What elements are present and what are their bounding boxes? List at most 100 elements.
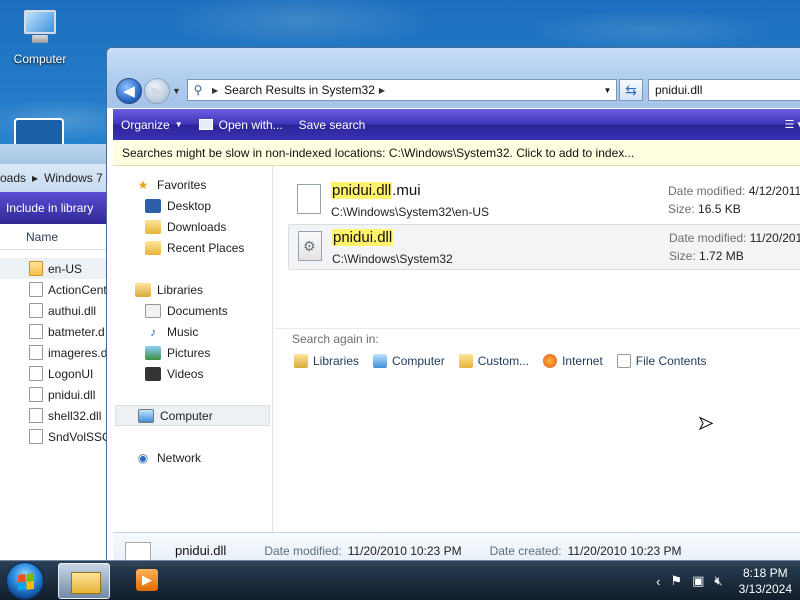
forward-button[interactable]: ▶: [144, 78, 170, 104]
computer-icon: [138, 408, 154, 423]
search-again-options: Libraries Computer Custom... Internet Fi…: [294, 354, 720, 368]
meta-value: 11/20/2010: [749, 231, 800, 245]
star-icon: ★: [137, 177, 149, 192]
start-button[interactable]: [6, 562, 44, 600]
details-modified-value: 11/20/2010 10:23 PM: [347, 543, 462, 558]
address-bar[interactable]: ⚲ ▶ Search Results in System32 ▶ ▼: [187, 79, 617, 101]
chevron-down-icon: ▼: [174, 120, 183, 129]
search-results-window[interactable]: ◀ ▶ ▼ ⚲ ▶ Search Results in System32 ▶ ▼…: [106, 47, 800, 567]
volume-muted-icon[interactable]: 🔇︎: [714, 573, 722, 589]
music-note-icon: ♪: [150, 324, 156, 339]
address-dropdown-icon[interactable]: ▼: [598, 85, 616, 95]
result-item[interactable]: pnidui.dll.mui C:\Windows\System32\en-US…: [288, 178, 800, 224]
file-row[interactable]: pnidui.dll: [0, 384, 107, 405]
breadcrumb-arrow-icon[interactable]: ▶: [379, 86, 385, 95]
pictures-icon: [145, 345, 161, 360]
search-again-label: Search again in:: [292, 332, 379, 346]
file-row[interactable]: SndVolSSO: [0, 426, 107, 447]
breadcrumb-segment[interactable]: Windows 7: [44, 171, 103, 185]
result-item-selected[interactable]: pnidui.dll C:\Windows\System32 Date modi…: [288, 224, 800, 270]
name-suffix: .mui: [392, 182, 421, 199]
search-again-libraries[interactable]: Libraries: [294, 354, 359, 368]
organize-button[interactable]: Organize ▼: [113, 118, 191, 132]
save-search-label: Save search: [298, 117, 366, 132]
file-row[interactable]: LogonUI: [0, 363, 107, 384]
search-again-computer[interactable]: Computer: [373, 354, 445, 368]
nav-label: Videos: [167, 366, 204, 381]
mouse-cursor-icon: ➤: [697, 413, 714, 434]
background-explorer-window[interactable]: oads ▸ Windows 7 Include in library Name…: [0, 144, 108, 562]
computer-icon: [373, 354, 388, 368]
file-row[interactable]: ActionCent: [0, 279, 107, 300]
nav-recent-places[interactable]: Recent Places: [113, 237, 272, 258]
file-icon: [29, 303, 43, 318]
back-window-file-list: en-US ActionCent authui.dll batmeter.d i…: [0, 250, 107, 447]
change-view-button[interactable]: ☰ ▾: [785, 118, 800, 131]
taskbar-media-player-button[interactable]: [122, 563, 174, 599]
save-search-button[interactable]: Save search: [291, 118, 374, 132]
meta-label: Date modified:: [669, 231, 747, 245]
recent-pages-dropdown[interactable]: ▼: [172, 86, 181, 96]
nav-desktop[interactable]: Desktop: [113, 195, 272, 216]
file-row[interactable]: batmeter.d: [0, 321, 107, 342]
clock[interactable]: 8:18 PM 3/13/2024: [739, 565, 792, 597]
downloads-icon: [145, 219, 161, 234]
forward-arrow-icon: ▶: [151, 83, 163, 100]
nav-label: Music: [167, 324, 199, 339]
column-header-name[interactable]: Name: [0, 224, 107, 250]
index-info-bar[interactable]: Searches might be slow in non-indexed lo…: [113, 140, 800, 166]
system-tray: ‹ ⚑ ▣ 🔇︎ 8:18 PM 3/13/2024: [656, 561, 792, 600]
document-file-icon: [297, 184, 321, 214]
option-label: Libraries: [313, 354, 360, 368]
nav-computer[interactable]: Computer: [115, 405, 270, 426]
nav-libraries[interactable]: Libraries: [113, 279, 272, 300]
nav-music[interactable]: ♪ Music: [113, 321, 272, 342]
file-row[interactable]: authui.dll: [0, 300, 107, 321]
file-row[interactable]: en-US: [0, 258, 107, 279]
file-icon: [29, 345, 43, 360]
custom-folder-icon: [458, 354, 473, 368]
network-icon[interactable]: ▣: [692, 573, 704, 589]
search-again-internet[interactable]: Internet: [543, 354, 603, 368]
back-window-toolbar: Include in library: [0, 192, 107, 224]
search-input[interactable]: pnidui.dll: [648, 79, 800, 101]
desktop-icon-label: Computer: [13, 52, 67, 66]
file-row[interactable]: imageres.d: [0, 342, 107, 363]
nav-label: Downloads: [167, 219, 227, 234]
breadcrumb-arrow-icon[interactable]: ▶: [212, 86, 218, 95]
nav-videos[interactable]: Videos: [113, 363, 272, 384]
taskbar-explorer-button[interactable]: [58, 563, 110, 599]
file-row[interactable]: shell32.dll: [0, 405, 107, 426]
open-with-icon: [198, 119, 213, 130]
result-path: C:\Windows\System32\en-US: [331, 205, 490, 219]
folder-icon: [29, 261, 43, 276]
nav-network[interactable]: ◉ Network: [113, 447, 272, 468]
include-in-library-button[interactable]: Include in library: [6, 201, 93, 215]
result-name: pnidui.dll.mui: [331, 182, 421, 199]
nav-documents[interactable]: Documents: [113, 300, 272, 321]
command-bar: Organize ▼ Open with... Save search ☰ ▾: [113, 109, 800, 140]
nav-label: Libraries: [157, 282, 204, 297]
result-date-modified: Date modified: 4/12/2011: [668, 184, 800, 198]
file-icon: [29, 282, 43, 297]
search-again-file-contents[interactable]: File Contents: [616, 354, 706, 368]
nav-label: Favorites: [157, 177, 207, 192]
nav-pictures[interactable]: Pictures: [113, 342, 272, 363]
nav-favorites[interactable]: ★ Favorites: [113, 174, 272, 195]
address-path[interactable]: Search Results in System32: [224, 83, 375, 97]
breadcrumb-segment[interactable]: oads: [0, 171, 26, 185]
search-highlight: pnidui.dll: [332, 229, 394, 246]
back-window-address-bar[interactable]: oads ▸ Windows 7: [0, 164, 107, 192]
nav-downloads[interactable]: Downloads: [113, 216, 272, 237]
back-button[interactable]: ◀: [116, 78, 142, 104]
action-center-flag-icon[interactable]: ⚑: [670, 573, 682, 589]
refresh-button[interactable]: ⇆: [619, 79, 643, 101]
open-with-button[interactable]: Open with...: [191, 118, 291, 132]
option-label: Computer: [392, 354, 445, 368]
meta-value: 4/12/2011: [748, 184, 800, 198]
meta-value: 1.72 MB: [699, 249, 744, 263]
desktop-icon-computer[interactable]: Computer: [8, 8, 72, 66]
show-hidden-icons-chevron-icon[interactable]: ‹: [656, 574, 660, 589]
search-again-custom[interactable]: Custom...: [458, 354, 529, 368]
navigation-pane: ★ Favorites Desktop Downloads Recent Plac…: [113, 166, 273, 532]
